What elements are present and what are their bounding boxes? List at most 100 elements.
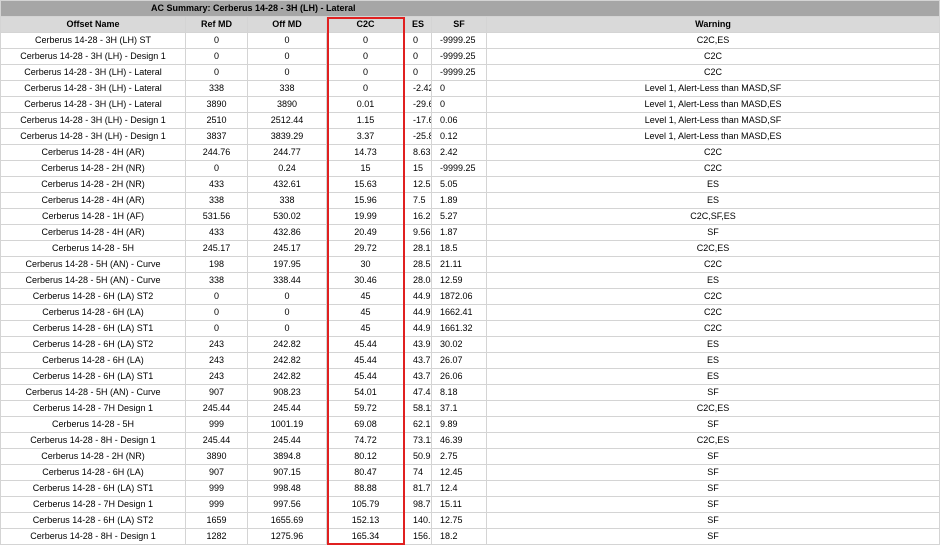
cell-sf[interactable]: 0 — [431, 80, 487, 97]
cell-es[interactable]: 73.11 — [404, 432, 432, 449]
cell-warning[interactable]: C2C — [485, 48, 940, 65]
cell-warning[interactable]: SF — [485, 480, 940, 497]
cell-off-md[interactable]: 3839.29 — [247, 128, 327, 145]
cell-off-md[interactable]: 0 — [247, 48, 327, 65]
cell-ref-md[interactable]: 0 — [185, 32, 248, 49]
cell-warning[interactable]: C2C,ES — [485, 240, 940, 257]
cell-es[interactable]: 7.5 — [404, 192, 432, 209]
cell-sf[interactable]: 37.1 — [431, 400, 487, 417]
cell-sf[interactable]: 46.39 — [431, 432, 487, 449]
cell-warning[interactable]: C2C — [485, 144, 940, 161]
cell-c2c[interactable]: 59.72 — [326, 400, 405, 417]
cell-es[interactable]: 16.2 — [404, 208, 432, 225]
cell-ref-md[interactable]: 433 — [185, 224, 248, 241]
cell-sf[interactable]: 1.87 — [431, 224, 487, 241]
cell-sf[interactable]: 0.06 — [431, 112, 487, 129]
cell-warning[interactable]: Level 1, Alert-Less than MASD,ES — [485, 128, 940, 145]
cell-sf[interactable]: -9999.25 — [431, 32, 487, 49]
cell-es[interactable]: 0 — [404, 32, 432, 49]
cell-ref-md[interactable]: 433 — [185, 176, 248, 193]
cell-off-md[interactable]: 242.82 — [247, 336, 327, 353]
cell-ref-md[interactable]: 907 — [185, 464, 248, 481]
cell-warning[interactable]: C2C,ES — [485, 32, 940, 49]
cell-off-md[interactable]: 242.82 — [247, 368, 327, 385]
cell-offset-name[interactable]: Cerberus 14-28 - 3H (LH) - Lateral — [0, 96, 186, 113]
cell-off-md[interactable]: 245.44 — [247, 432, 327, 449]
cell-off-md[interactable]: 1275.96 — [247, 528, 327, 545]
cell-warning[interactable]: C2C,ES — [485, 400, 940, 417]
cell-offset-name[interactable]: Cerberus 14-28 - 4H (AR) — [0, 224, 186, 241]
cell-c2c[interactable]: 74.72 — [326, 432, 405, 449]
cell-ref-md[interactable]: 0 — [185, 320, 248, 337]
cell-c2c[interactable]: 15 — [326, 160, 405, 177]
cell-offset-name[interactable]: Cerberus 14-28 - 5H — [0, 240, 186, 257]
cell-es[interactable]: 43.7 — [404, 368, 432, 385]
cell-off-md[interactable]: 432.61 — [247, 176, 327, 193]
cell-offset-name[interactable]: Cerberus 14-28 - 3H (LH) - Design 1 — [0, 48, 186, 65]
cell-warning[interactable]: Level 1, Alert-Less than MASD,ES — [485, 96, 940, 113]
cell-c2c[interactable]: 30.46 — [326, 272, 405, 289]
cell-es[interactable]: 15 — [404, 160, 432, 177]
cell-off-md[interactable]: 432.86 — [247, 224, 327, 241]
cell-ref-md[interactable]: 243 — [185, 336, 248, 353]
cell-es[interactable]: 98.79 — [404, 496, 432, 513]
cell-c2c[interactable]: 69.08 — [326, 416, 405, 433]
cell-warning[interactable]: C2C — [485, 288, 940, 305]
cell-warning[interactable]: SF — [485, 512, 940, 529]
col-header-off-md[interactable]: Off MD — [247, 16, 327, 33]
cell-ref-md[interactable]: 0 — [185, 48, 248, 65]
cell-off-md[interactable]: 0 — [247, 64, 327, 81]
cell-off-md[interactable]: 242.82 — [247, 352, 327, 369]
col-header-sf[interactable]: SF — [431, 16, 487, 33]
cell-c2c[interactable]: 45.44 — [326, 368, 405, 385]
cell-es[interactable]: -25.8 — [404, 128, 432, 145]
cell-off-md[interactable]: 0 — [247, 32, 327, 49]
cell-offset-name[interactable]: Cerberus 14-28 - 5H — [0, 416, 186, 433]
cell-ref-md[interactable]: 999 — [185, 480, 248, 497]
cell-es[interactable]: 0 — [404, 64, 432, 81]
cell-off-md[interactable]: 197.95 — [247, 256, 327, 273]
cell-sf[interactable]: 30.02 — [431, 336, 487, 353]
cell-offset-name[interactable]: Cerberus 14-28 - 5H (AN) - Curve — [0, 256, 186, 273]
cell-c2c[interactable]: 54.01 — [326, 384, 405, 401]
cell-sf[interactable]: 2.75 — [431, 448, 487, 465]
cell-off-md[interactable]: 245.44 — [247, 400, 327, 417]
cell-sf[interactable]: 12.59 — [431, 272, 487, 289]
cell-warning[interactable]: SF — [485, 528, 940, 545]
cell-es[interactable]: 0 — [404, 48, 432, 65]
cell-sf[interactable]: 2.42 — [431, 144, 487, 161]
cell-es[interactable]: 44.97 — [404, 304, 432, 321]
cell-offset-name[interactable]: Cerberus 14-28 - 7H Design 1 — [0, 400, 186, 417]
cell-c2c[interactable]: 45.44 — [326, 352, 405, 369]
cell-ref-md[interactable]: 2510 — [185, 112, 248, 129]
cell-offset-name[interactable]: Cerberus 14-28 - 2H (NR) — [0, 176, 186, 193]
cell-sf[interactable]: 26.06 — [431, 368, 487, 385]
cell-es[interactable]: 28.12 — [404, 240, 432, 257]
cell-es[interactable]: 28.04 — [404, 272, 432, 289]
cell-sf[interactable]: 12.4 — [431, 480, 487, 497]
cell-offset-name[interactable]: Cerberus 14-28 - 3H (LH) - Lateral — [0, 80, 186, 97]
cell-warning[interactable]: ES — [485, 176, 940, 193]
cell-es[interactable]: 47.41 — [404, 384, 432, 401]
cell-c2c[interactable]: 0.01 — [326, 96, 405, 113]
cell-warning[interactable]: Level 1, Alert-Less than MASD,SF — [485, 112, 940, 129]
cell-c2c[interactable]: 45 — [326, 288, 405, 305]
cell-offset-name[interactable]: Cerberus 14-28 - 6H (LA) ST2 — [0, 336, 186, 353]
cell-offset-name[interactable]: Cerberus 14-28 - 8H - Design 1 — [0, 432, 186, 449]
cell-offset-name[interactable]: Cerberus 14-28 - 6H (LA) — [0, 304, 186, 321]
cell-offset-name[interactable]: Cerberus 14-28 - 8H - Design 1 — [0, 528, 186, 545]
cell-warning[interactable]: ES — [485, 336, 940, 353]
cell-warning[interactable]: C2C,SF,ES — [485, 208, 940, 225]
cell-es[interactable]: 44.97 — [404, 288, 432, 305]
cell-es[interactable]: 8.63 — [404, 144, 432, 161]
cell-off-md[interactable]: 0 — [247, 288, 327, 305]
cell-ref-md[interactable]: 244.76 — [185, 144, 248, 161]
cell-c2c[interactable]: 3.37 — [326, 128, 405, 145]
cell-warning[interactable]: C2C — [485, 160, 940, 177]
cell-ref-md[interactable]: 0 — [185, 304, 248, 321]
cell-ref-md[interactable]: 1659 — [185, 512, 248, 529]
cell-c2c[interactable]: 80.12 — [326, 448, 405, 465]
cell-warning[interactable]: C2C,ES — [485, 432, 940, 449]
cell-ref-md[interactable]: 243 — [185, 368, 248, 385]
cell-ref-md[interactable]: 338 — [185, 272, 248, 289]
